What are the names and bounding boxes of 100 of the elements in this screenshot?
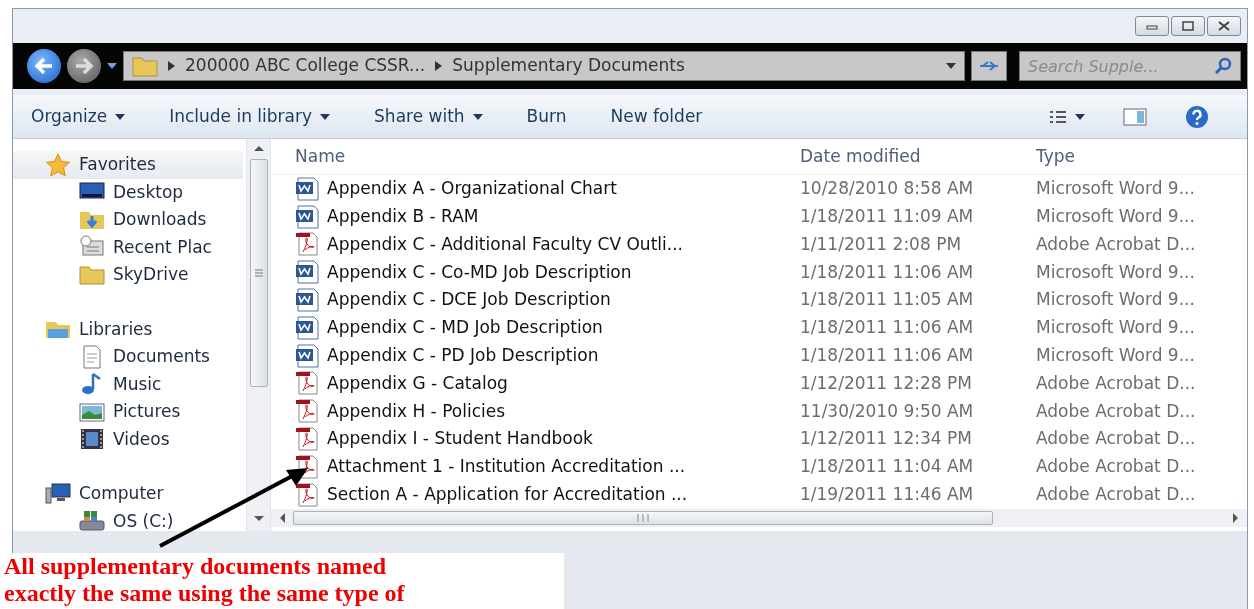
file-name[interactable]: Appendix C - DCE Job Description bbox=[271, 287, 786, 313]
file-name[interactable]: Appendix C - Additional Faculty CV Outli... bbox=[271, 231, 786, 258]
sidebar-item[interactable]: Pictures bbox=[13, 398, 181, 426]
caret-icon bbox=[472, 113, 483, 120]
sidebar-item[interactable]: Videos bbox=[13, 425, 170, 453]
breadcrumb-arrow-icon bbox=[435, 61, 443, 71]
pdf-document-icon bbox=[295, 232, 319, 257]
word-document-icon bbox=[295, 315, 319, 340]
forward-button[interactable] bbox=[67, 49, 101, 83]
star-icon bbox=[45, 152, 71, 177]
file-name[interactable]: Appendix C - PD Job Description bbox=[271, 342, 786, 369]
file-type: Adobe Acrobat D... bbox=[1035, 371, 1197, 395]
sidebar-item[interactable]: Recent Plac bbox=[13, 233, 212, 261]
film-icon bbox=[79, 427, 105, 452]
file-type: Adobe Acrobat D... bbox=[1035, 455, 1197, 479]
date-modified: 11/30/2010 9:50 AM bbox=[799, 399, 975, 423]
toolbar-button[interactable]: Share with bbox=[366, 99, 491, 134]
word-document-icon bbox=[295, 288, 319, 313]
caret-icon bbox=[320, 113, 331, 120]
drive-icon bbox=[79, 509, 105, 534]
scroll-right-arrow-icon[interactable] bbox=[1231, 512, 1241, 524]
dropdown-caret-icon bbox=[946, 63, 956, 69]
search-field[interactable]: Search Supple... bbox=[1019, 51, 1241, 81]
file-type: Adobe Acrobat D... bbox=[1035, 232, 1197, 256]
word-document-icon bbox=[295, 343, 319, 368]
toolbar-button[interactable]: Include in library bbox=[161, 99, 339, 134]
date-modified: 1/18/2011 11:04 AM bbox=[799, 455, 975, 479]
file-type: Adobe Acrobat D... bbox=[1035, 482, 1197, 506]
date-modified: 1/18/2011 11:06 AM bbox=[799, 260, 975, 284]
file-type: Adobe Acrobat D... bbox=[1035, 427, 1197, 451]
file-type: Microsoft Word 9... bbox=[1035, 260, 1196, 284]
minimize-button[interactable] bbox=[1135, 16, 1169, 36]
column-header[interactable]: Type bbox=[1020, 139, 1247, 174]
file-type: Microsoft Word 9... bbox=[1035, 343, 1196, 367]
computer-icon bbox=[45, 481, 71, 506]
sidebar-item[interactable]: OS (C:) bbox=[13, 507, 174, 535]
date-modified: 1/12/2011 12:34 PM bbox=[799, 427, 973, 451]
word-document-icon bbox=[295, 204, 319, 229]
sidebar-item[interactable]: Desktop bbox=[13, 178, 184, 206]
scrollbar-thumb[interactable] bbox=[293, 511, 993, 525]
close-button[interactable] bbox=[1207, 16, 1241, 36]
refresh-button[interactable] bbox=[971, 51, 1007, 81]
pdf-document-icon bbox=[295, 482, 319, 507]
toolbar-button[interactable]: Burn bbox=[518, 99, 575, 134]
date-modified: 1/18/2011 11:09 AM bbox=[799, 204, 975, 228]
file-name[interactable]: Appendix G - Catalog bbox=[271, 370, 786, 397]
date-modified: 1/11/2011 2:08 PM bbox=[799, 232, 963, 256]
file-name[interactable]: Appendix B - RAM bbox=[271, 203, 786, 230]
sidebar-item[interactable]: Downloads bbox=[13, 206, 207, 234]
toolbar-button[interactable]: Organize bbox=[23, 99, 134, 134]
column-header[interactable]: Date modified bbox=[786, 139, 1020, 174]
file-name[interactable]: Appendix A - Organizational Chart bbox=[271, 176, 786, 202]
annotation-text: All supplementary documents named bbox=[4, 553, 388, 580]
pdf-document-icon bbox=[295, 371, 319, 396]
file-type: Microsoft Word 9... bbox=[1035, 177, 1196, 201]
scrollbar-thumb[interactable] bbox=[249, 159, 268, 387]
file-name[interactable]: Section A - Application for Accreditation ... bbox=[271, 481, 786, 508]
file-type: Microsoft Word 9... bbox=[1035, 204, 1196, 228]
date-modified: 10/28/2010 8:58 AM bbox=[799, 177, 975, 201]
date-modified: 1/18/2011 11:05 AM bbox=[799, 288, 975, 312]
sidebar-item[interactable]: Documents bbox=[13, 343, 210, 371]
file-type: Adobe Acrobat D... bbox=[1035, 399, 1197, 423]
recent-pages-caret-icon bbox=[107, 63, 117, 69]
refresh-arrows-icon bbox=[978, 58, 1000, 74]
annotation-text: exactly the same using the same type of bbox=[4, 580, 406, 607]
word-document-icon bbox=[295, 260, 319, 285]
back-button[interactable] bbox=[27, 49, 61, 83]
sidebar-item[interactable]: Libraries bbox=[13, 315, 153, 343]
search-icon bbox=[1215, 57, 1233, 75]
breadcrumb-link[interactable]: 200000 ABC College CSSR... bbox=[185, 53, 426, 79]
sidebar-item[interactable]: Computer bbox=[13, 480, 164, 508]
breadcrumb-link[interactable]: Supplementary Documents bbox=[452, 53, 685, 79]
caret-icon bbox=[1075, 113, 1085, 120]
vertical-scrollbar[interactable] bbox=[246, 139, 270, 531]
folder-icon bbox=[132, 55, 158, 77]
file-name[interactable]: Appendix I - Student Handbook bbox=[271, 426, 786, 452]
toolbar-button[interactable]: New folder bbox=[602, 99, 711, 134]
date-modified: 1/18/2011 11:06 AM bbox=[799, 316, 975, 340]
maximize-button[interactable] bbox=[1171, 16, 1205, 36]
date-modified: 1/12/2011 12:28 PM bbox=[799, 371, 973, 395]
sidebar-item[interactable]: Favorites bbox=[13, 151, 243, 179]
sidebar-item[interactable]: Music bbox=[13, 370, 162, 398]
file-name[interactable]: Appendix H - Policies bbox=[271, 398, 786, 424]
horizontal-scrollbar[interactable] bbox=[271, 509, 1247, 527]
column-header[interactable]: Name bbox=[271, 139, 786, 174]
address-bar[interactable]: 200000 ABC College CSSR... Supplementary Documents bbox=[123, 51, 965, 81]
date-modified: 1/19/2011 11:46 AM bbox=[799, 482, 975, 506]
date-modified: 1/18/2011 11:06 AM bbox=[799, 343, 975, 367]
file-name[interactable]: Appendix C - Co-MD Job Description bbox=[271, 259, 786, 286]
list-view-icon bbox=[1049, 109, 1067, 124]
left-arrow-icon bbox=[34, 57, 54, 75]
file-name[interactable]: Appendix C - MD Job Description bbox=[271, 315, 786, 341]
right-arrow-icon bbox=[74, 57, 94, 75]
word-document-icon bbox=[295, 176, 319, 201]
pdf-document-icon bbox=[295, 427, 319, 452]
sidebar-item[interactable]: SkyDrive bbox=[13, 261, 189, 289]
breadcrumb-arrow-icon bbox=[168, 61, 175, 71]
caret-icon bbox=[115, 113, 126, 120]
pdf-document-icon bbox=[295, 399, 319, 424]
file-type: Microsoft Word 9... bbox=[1035, 316, 1196, 340]
